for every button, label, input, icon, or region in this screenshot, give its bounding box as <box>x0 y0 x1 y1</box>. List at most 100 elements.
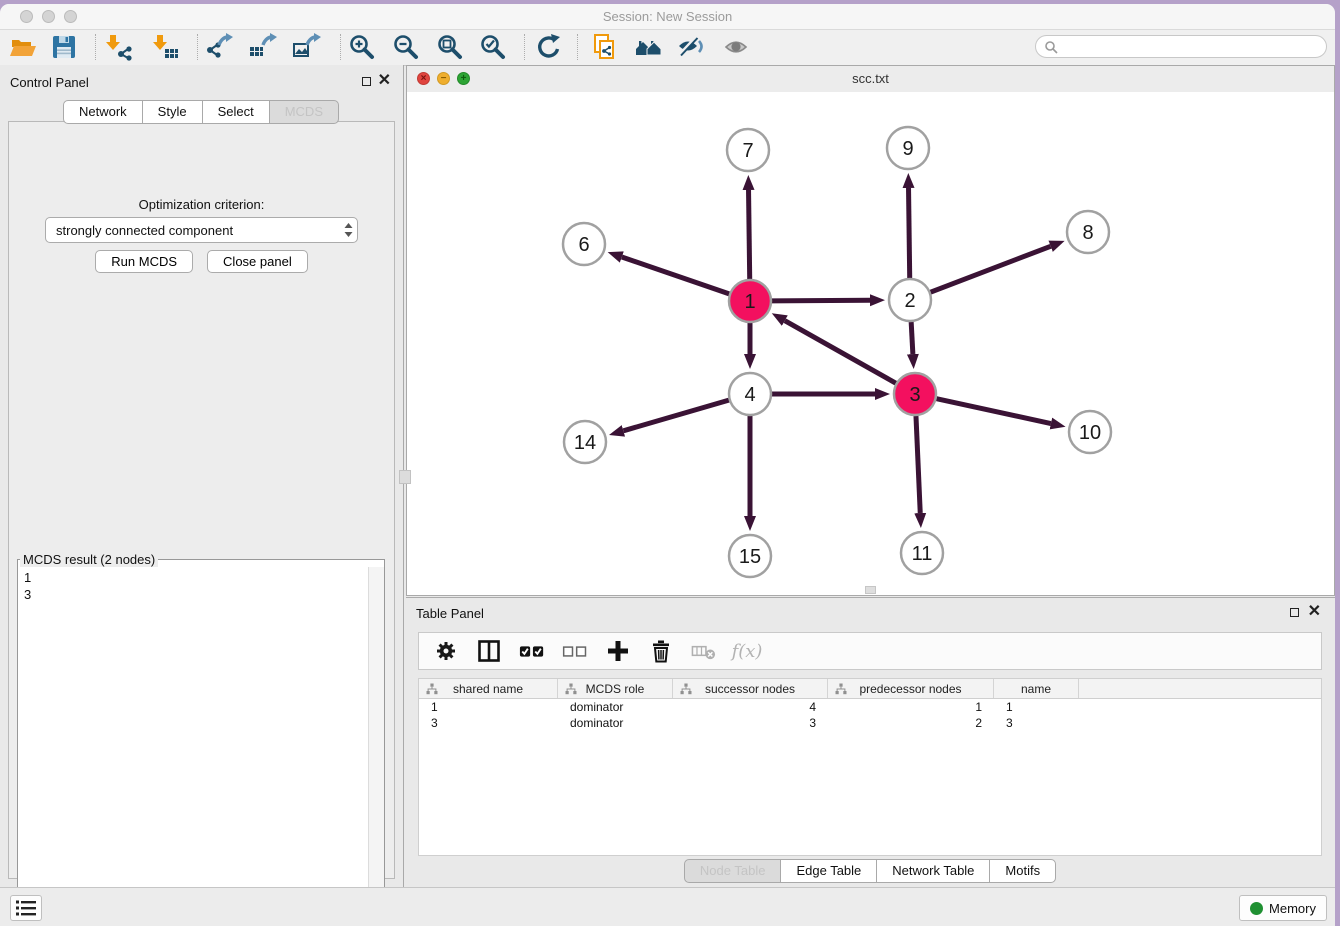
svg-text:9: 9 <box>902 138 913 160</box>
table-header-row: shared nameMCDS rolesuccessor nodesprede… <box>419 679 1321 699</box>
hide-selected-icon[interactable] <box>676 32 706 62</box>
tab-network[interactable]: Network <box>63 100 143 124</box>
graph-edge-2-8[interactable] <box>931 246 1051 292</box>
panel-splitter-handle[interactable] <box>399 470 411 484</box>
table-row[interactable]: 1dominator411 <box>419 699 1321 715</box>
search-input[interactable] <box>1062 39 1326 55</box>
toolbar-separator <box>577 34 578 60</box>
graph-edge-4-14[interactable] <box>623 400 728 431</box>
tab-mcds[interactable]: MCDS <box>269 100 339 124</box>
memory-status-icon <box>1250 902 1263 915</box>
import-network-icon[interactable] <box>103 32 133 62</box>
graph-node-14[interactable]: 14 <box>564 421 606 463</box>
settings-gear-icon[interactable] <box>433 638 459 664</box>
tab-motifs[interactable]: Motifs <box>989 859 1056 883</box>
graph-node-1[interactable]: 1 <box>729 280 771 322</box>
table-cell: 2 <box>828 716 994 730</box>
table-panel-title: Table Panel <box>416 606 484 621</box>
search-icon <box>1044 40 1058 54</box>
float-panel-icon[interactable] <box>362 77 371 86</box>
graph-node-6[interactable]: 6 <box>563 223 605 265</box>
network-resize-handle[interactable] <box>865 586 876 594</box>
run-mcds-button[interactable]: Run MCDS <box>95 250 193 273</box>
main-toolbar <box>0 30 1335 66</box>
graph-node-10[interactable]: 10 <box>1069 411 1111 453</box>
list-icon <box>15 899 37 917</box>
float-table-panel-icon[interactable] <box>1290 608 1299 617</box>
graph-node-2[interactable]: 2 <box>889 279 931 321</box>
export-network-icon[interactable] <box>203 32 233 62</box>
svg-text:4: 4 <box>744 384 755 406</box>
graph-edge-1-6[interactable] <box>622 257 729 294</box>
svg-text:7: 7 <box>742 140 753 162</box>
graph-node-3[interactable]: 3 <box>894 373 936 415</box>
open-session-icon[interactable] <box>8 32 38 62</box>
graph-node-9[interactable]: 9 <box>887 127 929 169</box>
status-bar: Memory <box>0 887 1335 926</box>
tab-style[interactable]: Style <box>142 100 203 124</box>
tab-select[interactable]: Select <box>202 100 270 124</box>
select-all-checks-icon[interactable] <box>519 638 545 664</box>
toolbar-separator <box>340 34 341 60</box>
table-toolbar: f(x) <box>418 632 1322 670</box>
search-field[interactable] <box>1035 35 1327 58</box>
toolbar-separator <box>197 34 198 60</box>
optimization-criterion-label: Optimization criterion: <box>9 197 394 212</box>
window-titlebar: Session: New Session <box>0 4 1335 30</box>
optimization-select[interactable]: strongly connected component <box>45 217 358 243</box>
graph-node-11[interactable]: 11 <box>901 532 943 574</box>
network-window-titlebar: × − + scc.txt <box>407 66 1334 93</box>
show-all-networks-icon[interactable] <box>634 32 664 62</box>
export-image-icon[interactable] <box>291 32 321 62</box>
zoom-out-icon[interactable] <box>391 32 421 62</box>
task-history-button[interactable] <box>10 895 42 921</box>
tab-network-table[interactable]: Network Table <box>876 859 990 883</box>
column-header-MCDS-role[interactable]: MCDS role <box>558 679 673 698</box>
graph-edge-2-3[interactable] <box>911 322 913 354</box>
graph-node-7[interactable]: 7 <box>727 129 769 171</box>
close-table-panel-icon[interactable]: ✕ <box>1308 603 1321 621</box>
table-cell: dominator <box>558 716 673 730</box>
optimization-select-value: strongly connected component <box>46 223 339 238</box>
deselect-all-checks-icon[interactable] <box>562 638 588 664</box>
import-table-icon[interactable] <box>150 32 180 62</box>
zoom-selected-icon[interactable] <box>478 32 508 62</box>
graph-node-4[interactable]: 4 <box>729 373 771 415</box>
graph-edge-2-9[interactable] <box>909 188 910 278</box>
apply-layout-icon[interactable] <box>534 32 564 62</box>
graph-edge-1-7[interactable] <box>749 190 750 279</box>
show-hidden-icon[interactable] <box>722 32 752 62</box>
graph-edge-1-2[interactable] <box>772 300 870 301</box>
graph-node-8[interactable]: 8 <box>1067 211 1109 253</box>
table-cell: 1 <box>419 700 558 714</box>
table-row[interactable]: 3dominator323 <box>419 715 1321 731</box>
svg-text:11: 11 <box>912 543 933 565</box>
tab-node-table[interactable]: Node Table <box>684 859 782 883</box>
function-builder-icon: f(x) <box>734 638 760 664</box>
zoom-fit-icon[interactable] <box>435 32 465 62</box>
add-column-icon[interactable] <box>605 638 631 664</box>
control-panel-tabs: NetworkStyleSelectMCDS <box>0 100 403 124</box>
graph-node-15[interactable]: 15 <box>729 535 771 577</box>
network-canvas[interactable]: 7 9 6 8 1 2 4 3 14 10 15 11 <box>407 92 1334 595</box>
column-header-shared-name[interactable]: shared name <box>419 679 558 698</box>
tab-edge-table[interactable]: Edge Table <box>780 859 877 883</box>
show-column-icon[interactable] <box>476 638 502 664</box>
export-table-icon[interactable] <box>247 32 277 62</box>
mcds-result-box: MCDS result (2 nodes) 1 3 <box>17 552 385 926</box>
column-header-predecessor-nodes[interactable]: predecessor nodes <box>828 679 994 698</box>
column-header-successor-nodes[interactable]: successor nodes <box>673 679 828 698</box>
close-panel-icon[interactable]: ✕ <box>378 72 391 90</box>
table-cell: dominator <box>558 700 673 714</box>
close-panel-button[interactable]: Close panel <box>207 250 308 273</box>
graph-edge-3-1[interactable] <box>785 321 896 384</box>
result-scrollbar[interactable] <box>368 567 384 921</box>
zoom-in-icon[interactable] <box>347 32 377 62</box>
column-header-name[interactable]: name <box>994 679 1079 698</box>
memory-button[interactable]: Memory <box>1239 895 1327 921</box>
delete-column-icon[interactable] <box>648 638 674 664</box>
graph-edge-3-10[interactable] <box>936 399 1050 424</box>
graph-edge-3-11[interactable] <box>916 416 920 513</box>
save-session-icon[interactable] <box>49 32 79 62</box>
clone-network-icon[interactable] <box>590 32 620 62</box>
